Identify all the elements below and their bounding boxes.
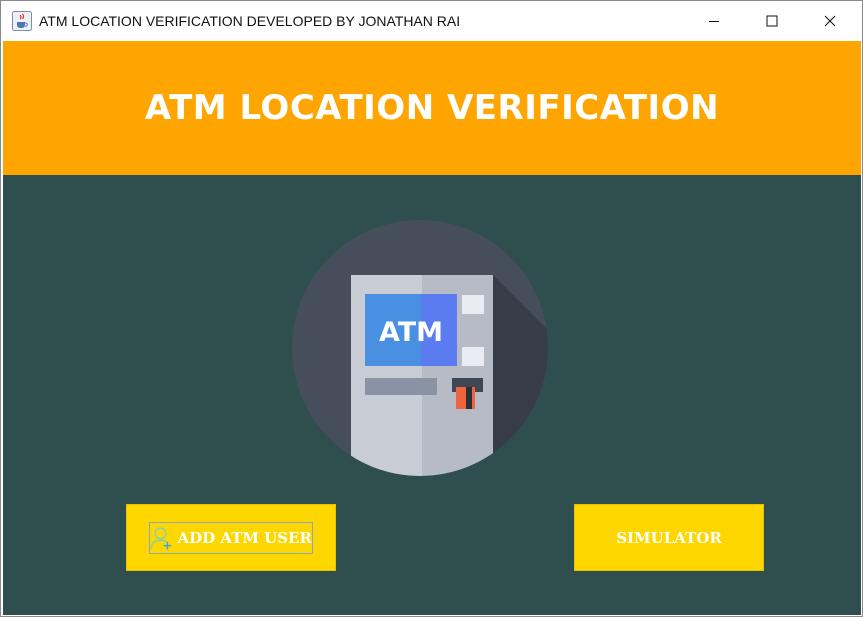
close-button[interactable]	[801, 1, 859, 41]
add-atm-user-button[interactable]: ADD ATM USER	[126, 504, 336, 571]
header-banner: ATM LOCATION VERIFICATION	[3, 41, 861, 175]
minimize-icon	[709, 21, 719, 22]
title-bar[interactable]: ATM LOCATION VERIFICATION DEVELOPED BY J…	[1, 1, 862, 41]
add-atm-user-focus-box: ADD ATM USER	[149, 522, 313, 554]
atm-screen-text: ATM	[379, 317, 443, 348]
minimize-button[interactable]	[685, 1, 743, 41]
app-window: ATM LOCATION VERIFICATION DEVELOPED BY J…	[0, 0, 863, 617]
add-atm-user-label: ADD ATM USER	[177, 529, 313, 547]
add-user-icon	[150, 527, 172, 550]
maximize-icon	[766, 15, 778, 27]
java-coffee-cup-icon	[12, 11, 32, 31]
atm-machine-illustration: ATM	[292, 220, 548, 476]
close-icon	[824, 15, 836, 27]
simulator-label: SIMULATOR	[616, 528, 722, 547]
simulator-button[interactable]: SIMULATOR	[574, 504, 764, 571]
main-panel: ATM ADD ATM USER SIMULATOR	[3, 175, 861, 615]
page-title: ATM LOCATION VERIFICATION	[144, 88, 720, 128]
maximize-button[interactable]	[743, 1, 801, 41]
window-title: ATM LOCATION VERIFICATION DEVELOPED BY J…	[39, 13, 461, 29]
